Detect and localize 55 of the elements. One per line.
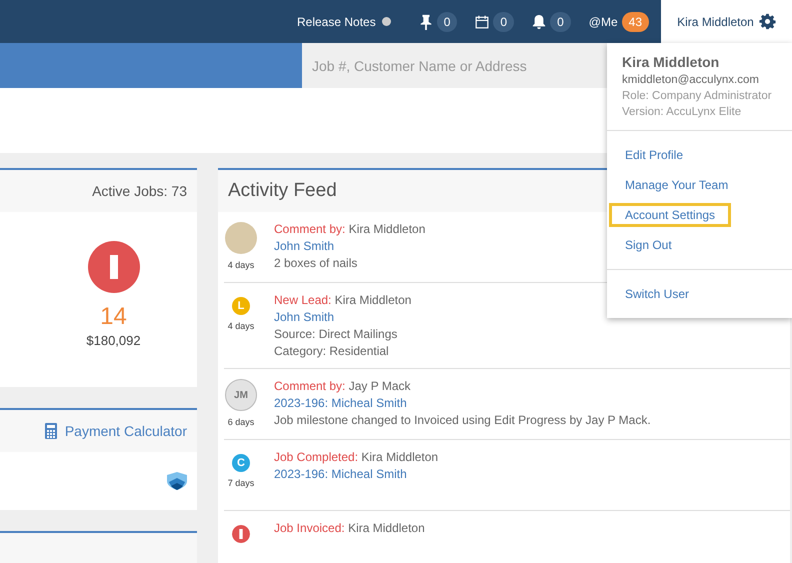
user-menu-tab[interactable]: Kira Middleton bbox=[661, 0, 792, 43]
active-jobs-count: Active Jobs: 73 bbox=[92, 183, 187, 199]
time-ago: 4 days bbox=[228, 321, 254, 331]
actor-name: Kira Middleton bbox=[348, 222, 426, 236]
activity-detail: Category: Residential bbox=[274, 344, 390, 358]
time-ago: 6 days bbox=[228, 417, 254, 427]
activity-type: Comment by: bbox=[274, 222, 346, 236]
activity-detail: 2 boxes of nails bbox=[274, 256, 358, 270]
menu-item[interactable]: Account Settings bbox=[609, 203, 732, 227]
menu-item[interactable]: Sign Out bbox=[609, 233, 688, 257]
menu-item[interactable]: Manage Your Team bbox=[609, 173, 744, 197]
activity-type: Job Invoiced: bbox=[274, 521, 345, 535]
time-ago: 7 days bbox=[228, 478, 254, 488]
activity-type: Job Completed: bbox=[274, 450, 358, 464]
settings-icon[interactable] bbox=[758, 13, 776, 30]
calendar-icon[interactable] bbox=[475, 14, 490, 30]
status-dot-icon bbox=[382, 17, 391, 26]
job-link[interactable]: 2023-196: Micheal Smith bbox=[274, 467, 438, 481]
user-email: kmiddleton@acculynx.com bbox=[622, 74, 760, 86]
status-badge: C bbox=[232, 454, 250, 472]
alert-icon bbox=[88, 241, 140, 293]
count-badge: 0 bbox=[550, 12, 571, 32]
activity-detail: Source: Direct Mailings bbox=[274, 327, 398, 341]
count-badge: 0 bbox=[436, 12, 458, 32]
pin-icon[interactable] bbox=[418, 14, 433, 30]
user-role: Role: Company Administrator bbox=[622, 90, 773, 102]
shield-icon bbox=[167, 472, 187, 490]
actor-name: Kira Middleton bbox=[348, 521, 425, 535]
job-link[interactable]: 2023-196: Micheal Smith bbox=[274, 396, 651, 410]
photo-placeholder bbox=[225, 222, 257, 254]
count-badge: 0 bbox=[493, 12, 514, 32]
user-name: Kira Middleton bbox=[677, 14, 754, 28]
job-count: 14 bbox=[100, 303, 127, 331]
actor-name: Kira Middleton bbox=[361, 450, 438, 464]
activity-type: Comment by: bbox=[274, 379, 346, 393]
activity-feed-title: Activity Feed bbox=[228, 180, 337, 202]
mentions-badge: 43 bbox=[622, 12, 649, 32]
switch-user-item[interactable]: Switch User bbox=[609, 282, 706, 306]
bell-icon[interactable] bbox=[532, 14, 546, 30]
menu-user-name: Kira Middleton bbox=[622, 54, 720, 70]
calculator-icon bbox=[44, 423, 57, 439]
job-link[interactable]: John Smith bbox=[274, 239, 426, 253]
status-badge: L bbox=[232, 297, 250, 315]
actor-name: Jay P Mack bbox=[348, 379, 411, 393]
activity-type: New Lead: bbox=[274, 293, 332, 307]
activity-detail: Job milestone changed to Invoiced using Edit Progress by Jay P Mack. bbox=[274, 413, 651, 427]
mentions-link[interactable]: @Me bbox=[588, 14, 618, 28]
user-version: Version: AccuLynx Elite bbox=[622, 106, 742, 118]
avatar-initials: JM bbox=[225, 379, 257, 411]
time-ago: 4 days bbox=[228, 260, 254, 270]
job-amount: $180,092 bbox=[86, 333, 141, 348]
menu-item[interactable]: Edit Profile bbox=[609, 143, 700, 167]
release-notes-link[interactable]: Release Notes bbox=[297, 14, 376, 28]
job-link[interactable]: John Smith bbox=[274, 310, 412, 324]
actor-name: Kira Middleton bbox=[334, 293, 412, 307]
